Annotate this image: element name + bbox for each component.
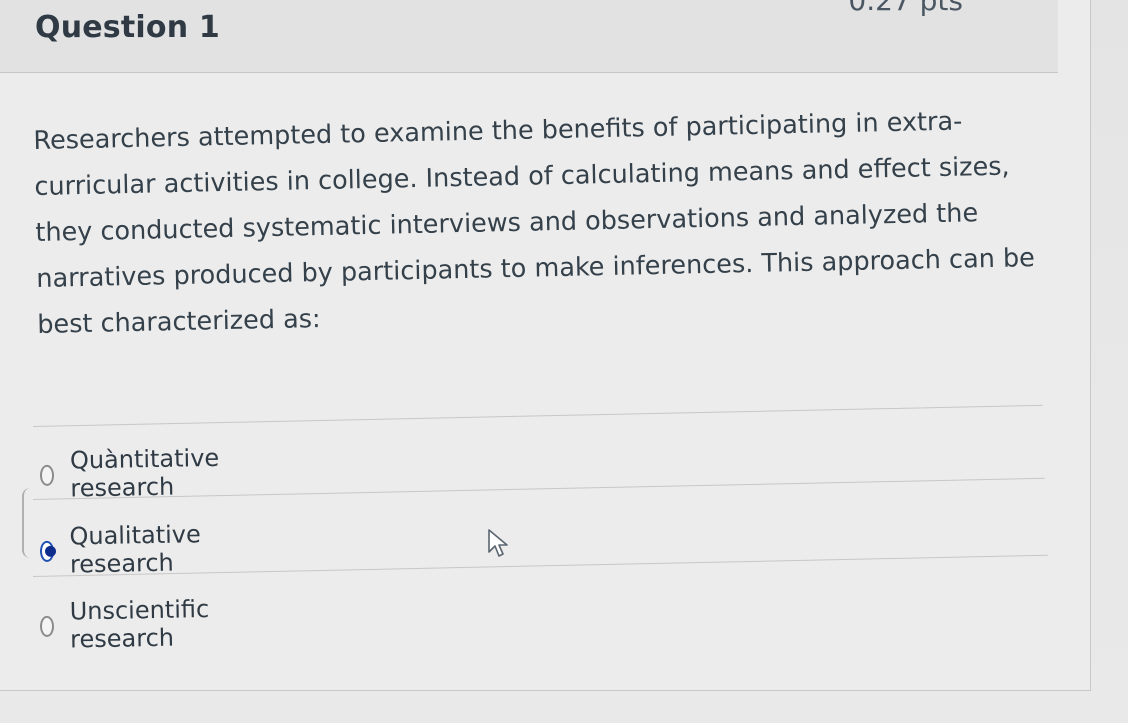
radio-button[interactable] — [39, 464, 55, 486]
radio-button[interactable] — [39, 615, 55, 637]
answer-divider — [32, 404, 1043, 427]
question-card: Question 1 0.27 pts Researchers attempte… — [0, 0, 1091, 691]
answer-option-qualitative[interactable]: Qualitative research — [39, 520, 209, 579]
question-header: Question 1 0.27 pts — [0, 0, 1058, 73]
selected-answer-indicator — [22, 488, 32, 558]
answer-label[interactable]: Qualitative research — [69, 520, 209, 578]
answer-label[interactable]: Unscientific research — [69, 595, 217, 653]
page: Question 1 0.27 pts Researchers attempte… — [0, 0, 1128, 723]
question-points: 0.27 pts — [848, 0, 963, 17]
answer-label[interactable]: Quàntitative research — [70, 444, 227, 503]
answer-option-quantitative[interactable]: Quàntitative research — [39, 444, 227, 503]
mouse-pointer-icon — [488, 529, 508, 557]
answer-option-unscientific[interactable]: Unscientific research — [39, 595, 217, 654]
question-text: Researchers attempted to examine the ben… — [33, 106, 1036, 340]
radio-button-selected[interactable] — [39, 540, 54, 562]
question-title: Question 1 — [35, 10, 220, 45]
